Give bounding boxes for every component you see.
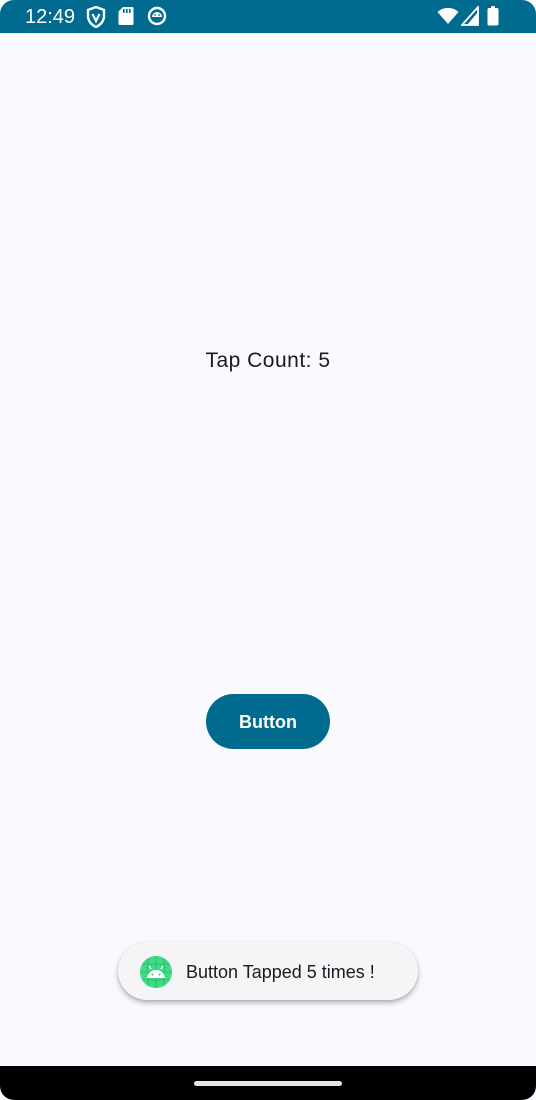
toast-text: Button Tapped 5 times ! — [186, 962, 375, 982]
home-gesture-handle[interactable] — [194, 1081, 342, 1086]
tap-count-label: Tap Count: 5 — [205, 349, 331, 372]
toast-message: Button Tapped 5 times ! — [118, 942, 418, 1000]
navigation-bar — [0, 1066, 536, 1100]
android-debug-icon — [147, 6, 169, 28]
status-bar: 12:49 — [0, 0, 536, 33]
wifi-icon — [437, 6, 459, 28]
main-button[interactable]: Button — [206, 694, 330, 749]
cellular-signal-icon — [461, 6, 483, 28]
vpn-shield-icon — [86, 6, 108, 28]
status-time: 12:49 — [25, 6, 76, 28]
android-app-icon — [140, 956, 172, 988]
battery-icon — [487, 6, 509, 28]
sd-card-icon — [118, 6, 140, 28]
